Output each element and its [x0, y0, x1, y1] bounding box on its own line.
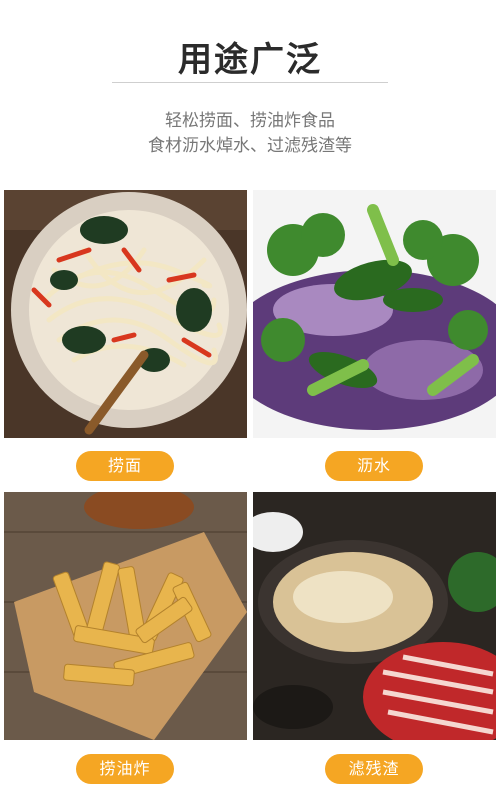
- label-pill-noodles: 捞面: [76, 451, 174, 481]
- label-pill-filter: 滤残渣: [325, 754, 423, 784]
- hotpot-photo: [253, 492, 496, 740]
- subtitle-line-1: 轻松捞面、捞油炸食品: [165, 111, 335, 131]
- french-fries-photo: [4, 492, 247, 740]
- vegetables-photo: [253, 190, 496, 438]
- label-pill-drain: 沥水: [325, 451, 423, 481]
- subtitle-line-2: 食材沥水焯水、过滤残渣等: [148, 136, 352, 156]
- noodle-dish-photo: [4, 190, 247, 438]
- page-title: 用途广泛: [178, 40, 322, 80]
- title-divider: [112, 82, 388, 83]
- label-pill-fry: 捞油炸: [76, 754, 174, 784]
